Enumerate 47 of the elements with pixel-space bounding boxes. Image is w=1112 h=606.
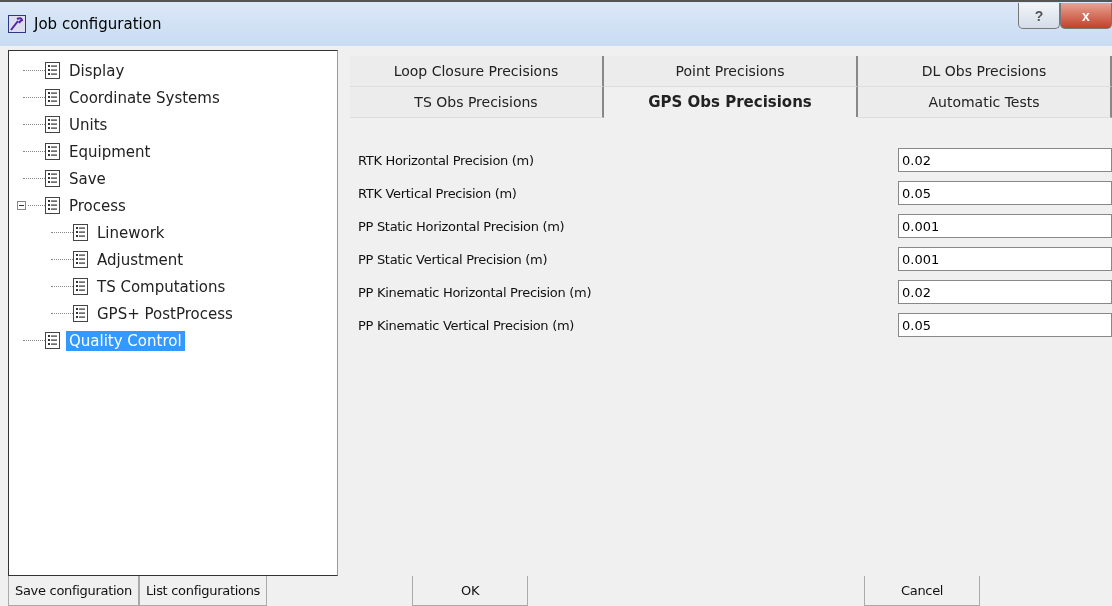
list-icon: [45, 116, 60, 133]
input-field[interactable]: 0.02: [898, 148, 1112, 172]
window-title: Job configuration: [34, 15, 163, 33]
field-label: RTK Vertical Precision (m): [358, 185, 517, 201]
cancel-button[interactable]: Cancel: [864, 576, 981, 606]
tab[interactable]: TS Obs Precisions: [350, 87, 604, 118]
tree-item[interactable]: Display: [66, 60, 128, 81]
ok-button[interactable]: OK: [412, 576, 529, 606]
app-icon: [8, 15, 26, 33]
tree-item[interactable]: Equipment: [66, 141, 154, 162]
list-icon: [73, 305, 88, 322]
field-label: PP Static Vertical Precision (m): [358, 251, 548, 267]
list-icon: [45, 143, 60, 160]
tab[interactable]: DL Obs Precisions: [858, 56, 1112, 87]
list-icon: [45, 62, 60, 79]
field-label: PP Kinematic Horizontal Precision (m): [358, 284, 592, 300]
close-button[interactable]: x: [1060, 3, 1112, 29]
input-field[interactable]: 0.02: [898, 280, 1112, 304]
tree-item[interactable]: Units: [66, 114, 111, 135]
input-field[interactable]: 0.05: [898, 313, 1112, 337]
list-icon: [45, 170, 60, 187]
list-icon: [73, 251, 88, 268]
field-label: PP Static Horizontal Precision (m): [358, 218, 565, 234]
input-field[interactable]: 0.05: [898, 181, 1112, 205]
tree-item[interactable]: Process: [66, 195, 129, 216]
footer-button[interactable]: Save configuration: [8, 576, 139, 606]
tree-item[interactable]: Coordinate Systems: [66, 87, 223, 108]
field-label: RTK Horizontal Precision (m): [358, 152, 534, 168]
footer-button[interactable]: List configurations: [138, 576, 268, 606]
tree-item[interactable]: Adjustment: [94, 249, 187, 270]
tree-item[interactable]: GPS+ PostProcess: [94, 303, 236, 324]
field-label: PP Kinematic Vertical Precision (m): [358, 317, 575, 333]
list-icon: [73, 224, 88, 241]
input-field[interactable]: 0.001: [898, 214, 1112, 238]
list-icon: [45, 197, 60, 214]
tree-item[interactable]: Linework: [94, 222, 168, 243]
tab[interactable]: Automatic Tests: [858, 87, 1112, 118]
tree-item[interactable]: TS Computations: [94, 276, 229, 297]
tree-item[interactable]: Save: [66, 168, 109, 189]
collapse-icon[interactable]: [17, 201, 26, 210]
list-icon: [45, 332, 60, 349]
input-field[interactable]: 0.001: [898, 247, 1112, 271]
help-button[interactable]: ?: [1018, 3, 1060, 29]
tab[interactable]: Loop Closure Precisions: [350, 56, 604, 87]
list-icon: [73, 278, 88, 295]
tab[interactable]: Point Precisions: [604, 56, 858, 87]
list-icon: [45, 89, 60, 106]
